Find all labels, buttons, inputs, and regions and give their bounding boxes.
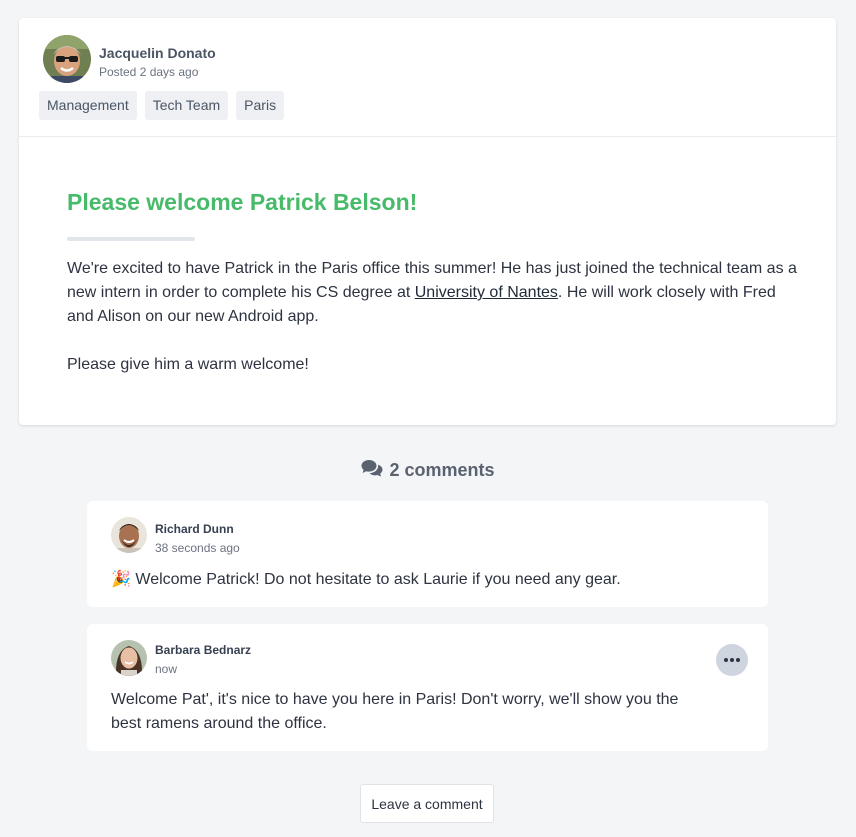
commenter-avatar[interactable] xyxy=(111,517,147,553)
tag-paris[interactable]: Paris xyxy=(236,91,285,120)
post-paragraph: Please give him a warm welcome! xyxy=(67,356,309,373)
post-card: Jacquelin Donato Posted 2 days ago Manag… xyxy=(19,18,836,425)
author-name[interactable]: Jacquelin Donato xyxy=(99,45,216,61)
title-divider xyxy=(67,237,195,241)
comment-body: Welcome Patrick! Do not hesitate to ask … xyxy=(135,571,621,588)
post-title: Please welcome Patrick Belson! xyxy=(67,189,418,215)
comment-item: Richard Dunn 38 seconds ago 🎉 Welcome Pa… xyxy=(87,501,768,607)
leave-comment-button[interactable]: Leave a comment xyxy=(360,784,494,823)
tag-tech-team[interactable]: Tech Team xyxy=(144,91,229,120)
post-body: We're excited to have Patrick in the Par… xyxy=(67,257,797,401)
comment-timestamp: 38 seconds ago xyxy=(155,541,240,555)
post-header: Jacquelin Donato Posted 2 days ago Manag… xyxy=(19,18,836,137)
comment-body: Welcome Pat', it's nice to have you here… xyxy=(111,691,679,732)
comment-timestamp: now xyxy=(155,662,178,676)
ellipsis-icon xyxy=(724,658,740,662)
commenter-name[interactable]: Richard Dunn xyxy=(155,522,234,536)
author-avatar[interactable] xyxy=(43,35,91,83)
comment-text: 🎉 Welcome Patrick! Do not hesitate to as… xyxy=(111,568,711,592)
comments-heading: 2 comments xyxy=(0,459,856,482)
post-paragraph: We're excited to have Patrick in the Par… xyxy=(67,257,797,329)
university-link[interactable]: University of Nantes xyxy=(415,284,558,301)
commenter-avatar[interactable] xyxy=(111,640,147,676)
comments-icon xyxy=(361,459,383,482)
more-options-button[interactable] xyxy=(716,644,748,676)
comment-item: Barbara Bednarz now Welcome Pat', it's n… xyxy=(87,624,768,751)
post-timestamp: Posted 2 days ago xyxy=(99,65,199,79)
tag-list: Management Tech Team Paris xyxy=(39,91,285,120)
tag-management[interactable]: Management xyxy=(39,91,137,120)
commenter-name[interactable]: Barbara Bednarz xyxy=(155,643,251,657)
party-icon: 🎉 xyxy=(111,571,131,588)
comments-count: 2 comments xyxy=(389,460,495,480)
